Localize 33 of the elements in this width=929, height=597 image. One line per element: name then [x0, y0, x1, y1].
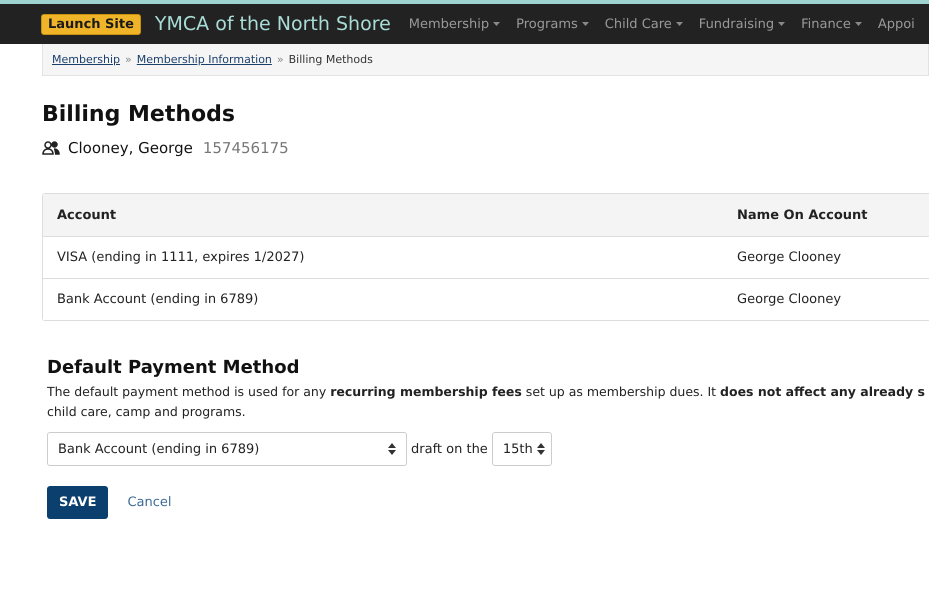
sort-caret-icon: [536, 443, 545, 455]
draft-day-select[interactable]: 15th: [492, 432, 552, 466]
breadcrumb-current: Billing Methods: [288, 53, 373, 66]
table-cell-text: George Clooney: [736, 250, 842, 265]
member-id: 157456175: [202, 139, 289, 157]
nav-menu-item[interactable]: Programs: [516, 16, 589, 32]
draft-label: draft on the: [411, 442, 488, 456]
page-title: Billing Methods: [42, 102, 236, 127]
table-cell-text: VISA (ending in 1111, expires 1/2027): [56, 250, 306, 265]
breadcrumb-link[interactable]: Membership: [52, 53, 120, 66]
section-title: Default Payment Method: [47, 357, 300, 378]
payment-method-select[interactable]: Bank Account (ending in 6789): [47, 432, 407, 466]
breadcrumb-separator: »: [276, 53, 284, 66]
site-title: YMCA of the North Shore: [154, 13, 391, 35]
member-name: Clooney, George: [68, 139, 193, 157]
table-cell-text: Bank Account (ending in 6789): [56, 292, 260, 307]
sort-caret-icon: [388, 443, 396, 455]
nav-menu-item[interactable]: Finance: [801, 16, 862, 32]
people-icon: [42, 141, 60, 155]
nav-menu-item[interactable]: Membership: [408, 16, 500, 32]
save-button[interactable]: SAVE: [47, 486, 108, 519]
description-text: The default payment method is used for any recurring membership fees set up as membership dues. It does not affect any already s: [47, 383, 926, 401]
nav-menu-item[interactable]: Appoi: [878, 16, 915, 32]
breadcrumb-link[interactable]: Membership Information: [136, 53, 272, 66]
column-header: Name On Account: [736, 208, 869, 222]
cancel-link[interactable]: Cancel: [127, 495, 172, 510]
nav-menu-item[interactable]: Fundraising: [698, 16, 786, 32]
column-header: Account: [56, 208, 118, 222]
description-text: child care, camp and programs.: [47, 403, 247, 421]
launch-site-button[interactable]: Launch Site: [41, 14, 141, 34]
table-cell-text: George Clooney: [736, 292, 842, 307]
breadcrumb-separator: »: [125, 53, 132, 66]
nav-menu-item[interactable]: Child Care: [604, 16, 683, 32]
